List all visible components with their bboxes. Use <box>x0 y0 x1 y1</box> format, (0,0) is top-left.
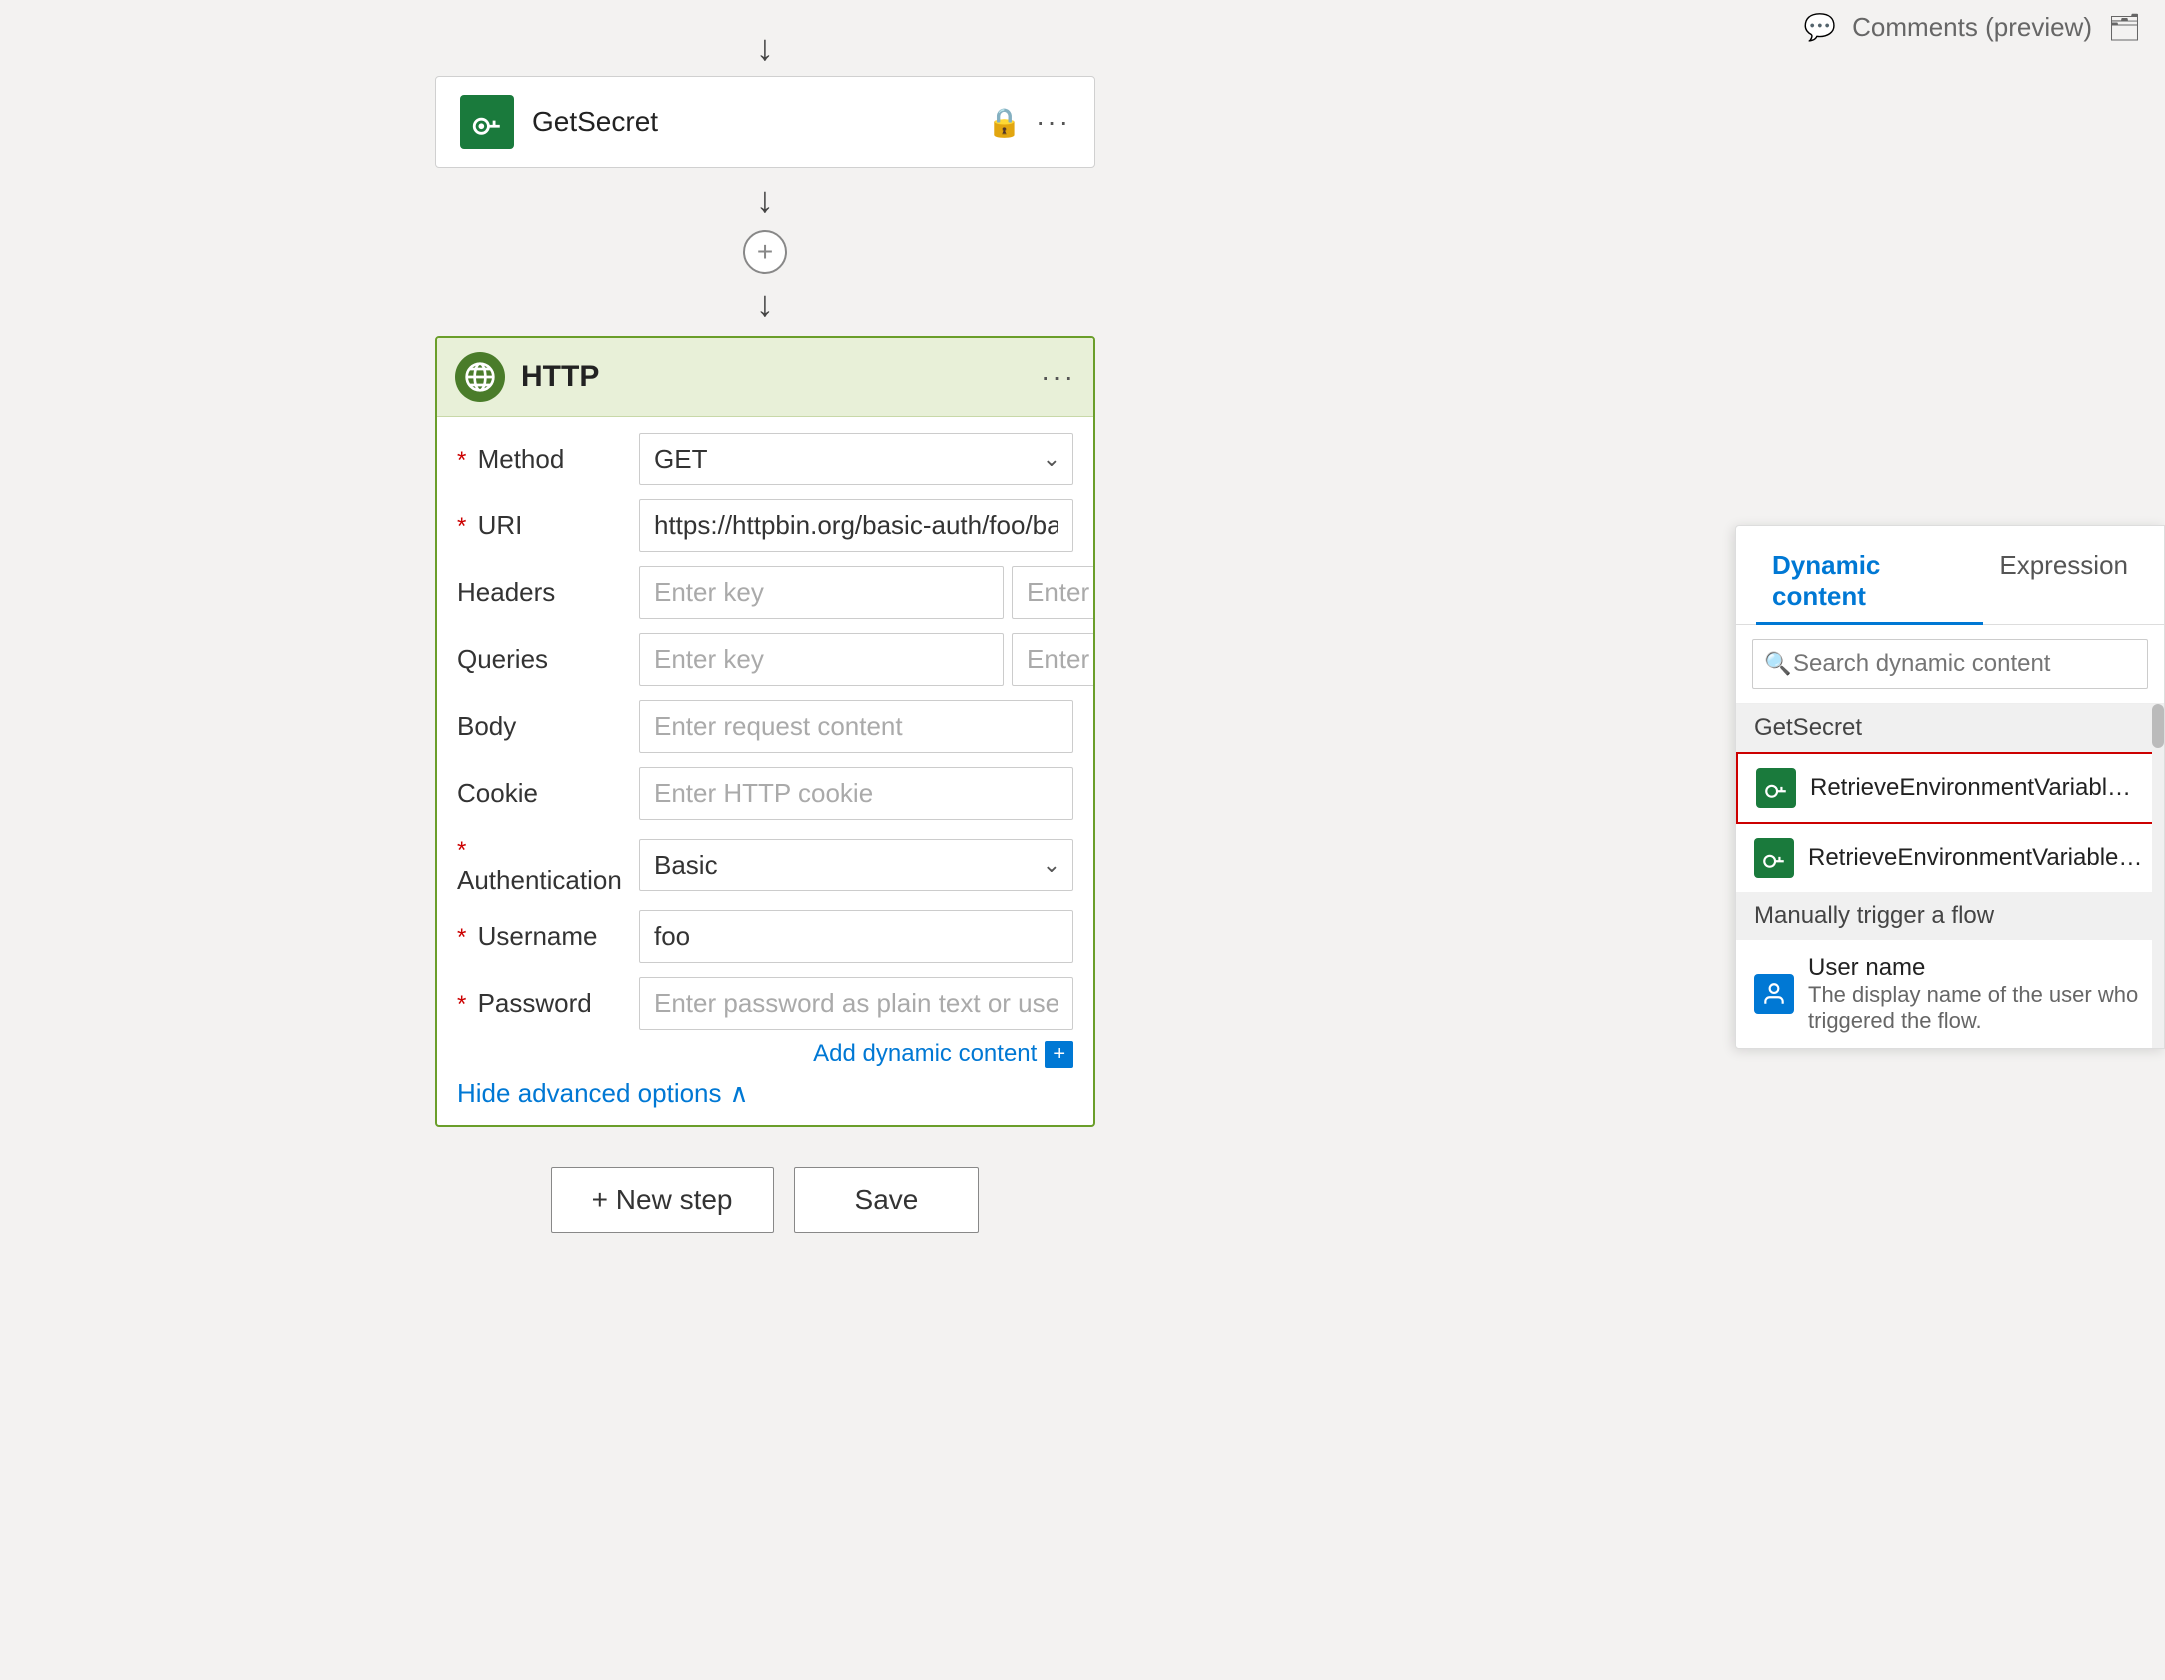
body-row: Body <box>457 700 1073 753</box>
headers-inputs <box>639 566 1095 619</box>
hide-advanced-chevron-icon: ∧ <box>730 1078 749 1109</box>
method-label: * Method <box>457 444 627 475</box>
hide-advanced-label: Hide advanced options <box>457 1078 722 1109</box>
dynamic-plus-badge: + <box>1045 1041 1073 1068</box>
headers-value-input[interactable] <box>1012 566 1095 619</box>
http-header: HTTP ··· <box>437 338 1093 417</box>
username-label: * Username <box>457 921 627 952</box>
method-row: * Method GET POST PUT DELETE PATCH ⌄ <box>457 433 1073 485</box>
authentication-select-wrapper[interactable]: None Basic Client Certificate Active Dir… <box>639 839 1073 891</box>
getsecret-section-label: GetSecret <box>1736 704 2164 752</box>
panel-tabs: Dynamic content Expression <box>1736 526 2164 625</box>
method-required: * <box>457 447 466 474</box>
tab-dynamic-content[interactable]: Dynamic content <box>1756 540 1983 625</box>
username-row: * Username <box>457 910 1073 963</box>
lock-icon[interactable]: 🔒 <box>987 106 1022 139</box>
queries-key-input[interactable] <box>639 633 1004 686</box>
bottom-buttons: + New step Save <box>551 1167 980 1233</box>
queries-row: Queries 🗑 <box>457 633 1073 686</box>
queries-value-input[interactable] <box>1012 633 1095 686</box>
getsecret-actions: 🔒 ··· <box>987 106 1070 139</box>
panel-scroll-area: GetSecret RetrieveEnvironmentVariableSec… <box>1736 704 2164 1048</box>
getsecret-icon <box>460 95 514 149</box>
uri-row: * URI <box>457 499 1073 552</box>
arrow-down-2: ↓ <box>756 182 774 218</box>
password-label: * Password <box>457 988 627 1019</box>
panel-item-3-text: User name <box>1808 954 2146 982</box>
new-step-button[interactable]: + New step <box>551 1167 774 1233</box>
sidebar-icon[interactable]: 🗂 <box>2108 12 2141 43</box>
panel-item-3-icon <box>1754 974 1794 1014</box>
search-icon: 🔍 <box>1764 651 1791 677</box>
method-select-wrapper[interactable]: GET POST PUT DELETE PATCH ⌄ <box>639 433 1073 485</box>
authentication-label: * Authentication <box>457 834 627 896</box>
cookie-row: Cookie <box>457 767 1073 820</box>
headers-key-input[interactable] <box>639 566 1004 619</box>
getsecret-more-options[interactable]: ··· <box>1036 106 1070 138</box>
comments-icon: 💬 <box>1804 12 1836 43</box>
dynamic-content-link-row: Add dynamic content + <box>457 1040 1073 1068</box>
password-input[interactable] <box>639 977 1073 1030</box>
add-dynamic-content-link[interactable]: Add dynamic content <box>813 1040 1037 1068</box>
panel-item-1-text: RetrieveEnvironmentVariableSecretValueRe… <box>1810 774 2144 802</box>
canvas: ↓ GetSecret 🔒 ··· ↓ + ↓ <box>0 0 1530 1680</box>
password-required: * <box>457 991 466 1018</box>
uri-required: * <box>457 513 466 540</box>
http-form-body: * Method GET POST PUT DELETE PATCH ⌄ <box>437 417 1093 1125</box>
authentication-row: * Authentication None Basic Client Certi… <box>457 834 1073 896</box>
panel-item-2-icon <box>1754 838 1794 878</box>
password-row: * Password <box>457 977 1073 1030</box>
method-select[interactable]: GET POST PUT DELETE PATCH <box>639 433 1073 485</box>
panel-item-1[interactable]: RetrieveEnvironmentVariableSecretValueRe… <box>1736 752 2164 824</box>
getsecret-title: GetSecret <box>532 106 969 138</box>
comments-label[interactable]: Comments (preview) <box>1852 12 2092 43</box>
panel-item-2-text: RetrieveEnvironmentVariableSecretValueRe… <box>1808 844 2146 872</box>
manual-trigger-section-label: Manually trigger a flow <box>1736 892 2164 940</box>
panel-search-area: 🔍 <box>1736 625 2164 704</box>
panel-item-1-icon <box>1756 768 1796 808</box>
panel-item-3-subtext: The display name of the user who trigger… <box>1808 982 2146 1034</box>
cookie-label: Cookie <box>457 778 627 809</box>
body-label: Body <box>457 711 627 742</box>
queries-label: Queries <box>457 644 627 675</box>
panel-item-3[interactable]: User name The display name of the user w… <box>1736 940 2164 1048</box>
http-more-options[interactable]: ··· <box>1041 361 1075 393</box>
scrollbar-thumb[interactable] <box>2152 704 2164 748</box>
panel-item-2[interactable]: RetrieveEnvironmentVariableSecretValueRe… <box>1736 824 2164 892</box>
uri-label: * URI <box>457 510 627 541</box>
http-title: HTTP <box>521 360 1025 394</box>
scrollbar-track <box>2152 704 2164 1048</box>
http-icon <box>455 352 505 402</box>
getsecret-card: GetSecret 🔒 ··· <box>435 76 1095 168</box>
headers-row: Headers 🗑 <box>457 566 1073 619</box>
authentication-select[interactable]: None Basic Client Certificate Active Dir… <box>639 839 1073 891</box>
queries-inputs <box>639 633 1095 686</box>
save-button[interactable]: Save <box>794 1167 980 1233</box>
username-input[interactable] <box>639 910 1073 963</box>
body-input[interactable] <box>639 700 1073 753</box>
add-step-circle[interactable]: + <box>743 230 787 274</box>
headers-label: Headers <box>457 577 627 608</box>
auth-required: * <box>457 837 466 864</box>
uri-input[interactable] <box>639 499 1073 552</box>
plus-connector: ↓ + ↓ <box>743 172 787 332</box>
top-bar: 💬 Comments (preview) 🗂 <box>1780 0 2165 55</box>
username-required: * <box>457 924 466 951</box>
search-dynamic-input[interactable] <box>1752 639 2148 689</box>
panel-item-3-content: User name The display name of the user w… <box>1808 954 2146 1034</box>
hide-advanced-options[interactable]: Hide advanced options ∧ <box>457 1078 1073 1109</box>
tab-expression[interactable]: Expression <box>1983 540 2144 625</box>
arrow-down-1: ↓ <box>756 30 774 66</box>
dynamic-content-panel: Dynamic content Expression 🔍 GetSecret R… <box>1735 525 2165 1049</box>
cookie-input[interactable] <box>639 767 1073 820</box>
http-card: HTTP ··· * Method GET POST PUT DELETE PA… <box>435 336 1095 1127</box>
search-wrapper: 🔍 <box>1752 639 2148 689</box>
arrow-down-3: ↓ <box>756 286 774 322</box>
